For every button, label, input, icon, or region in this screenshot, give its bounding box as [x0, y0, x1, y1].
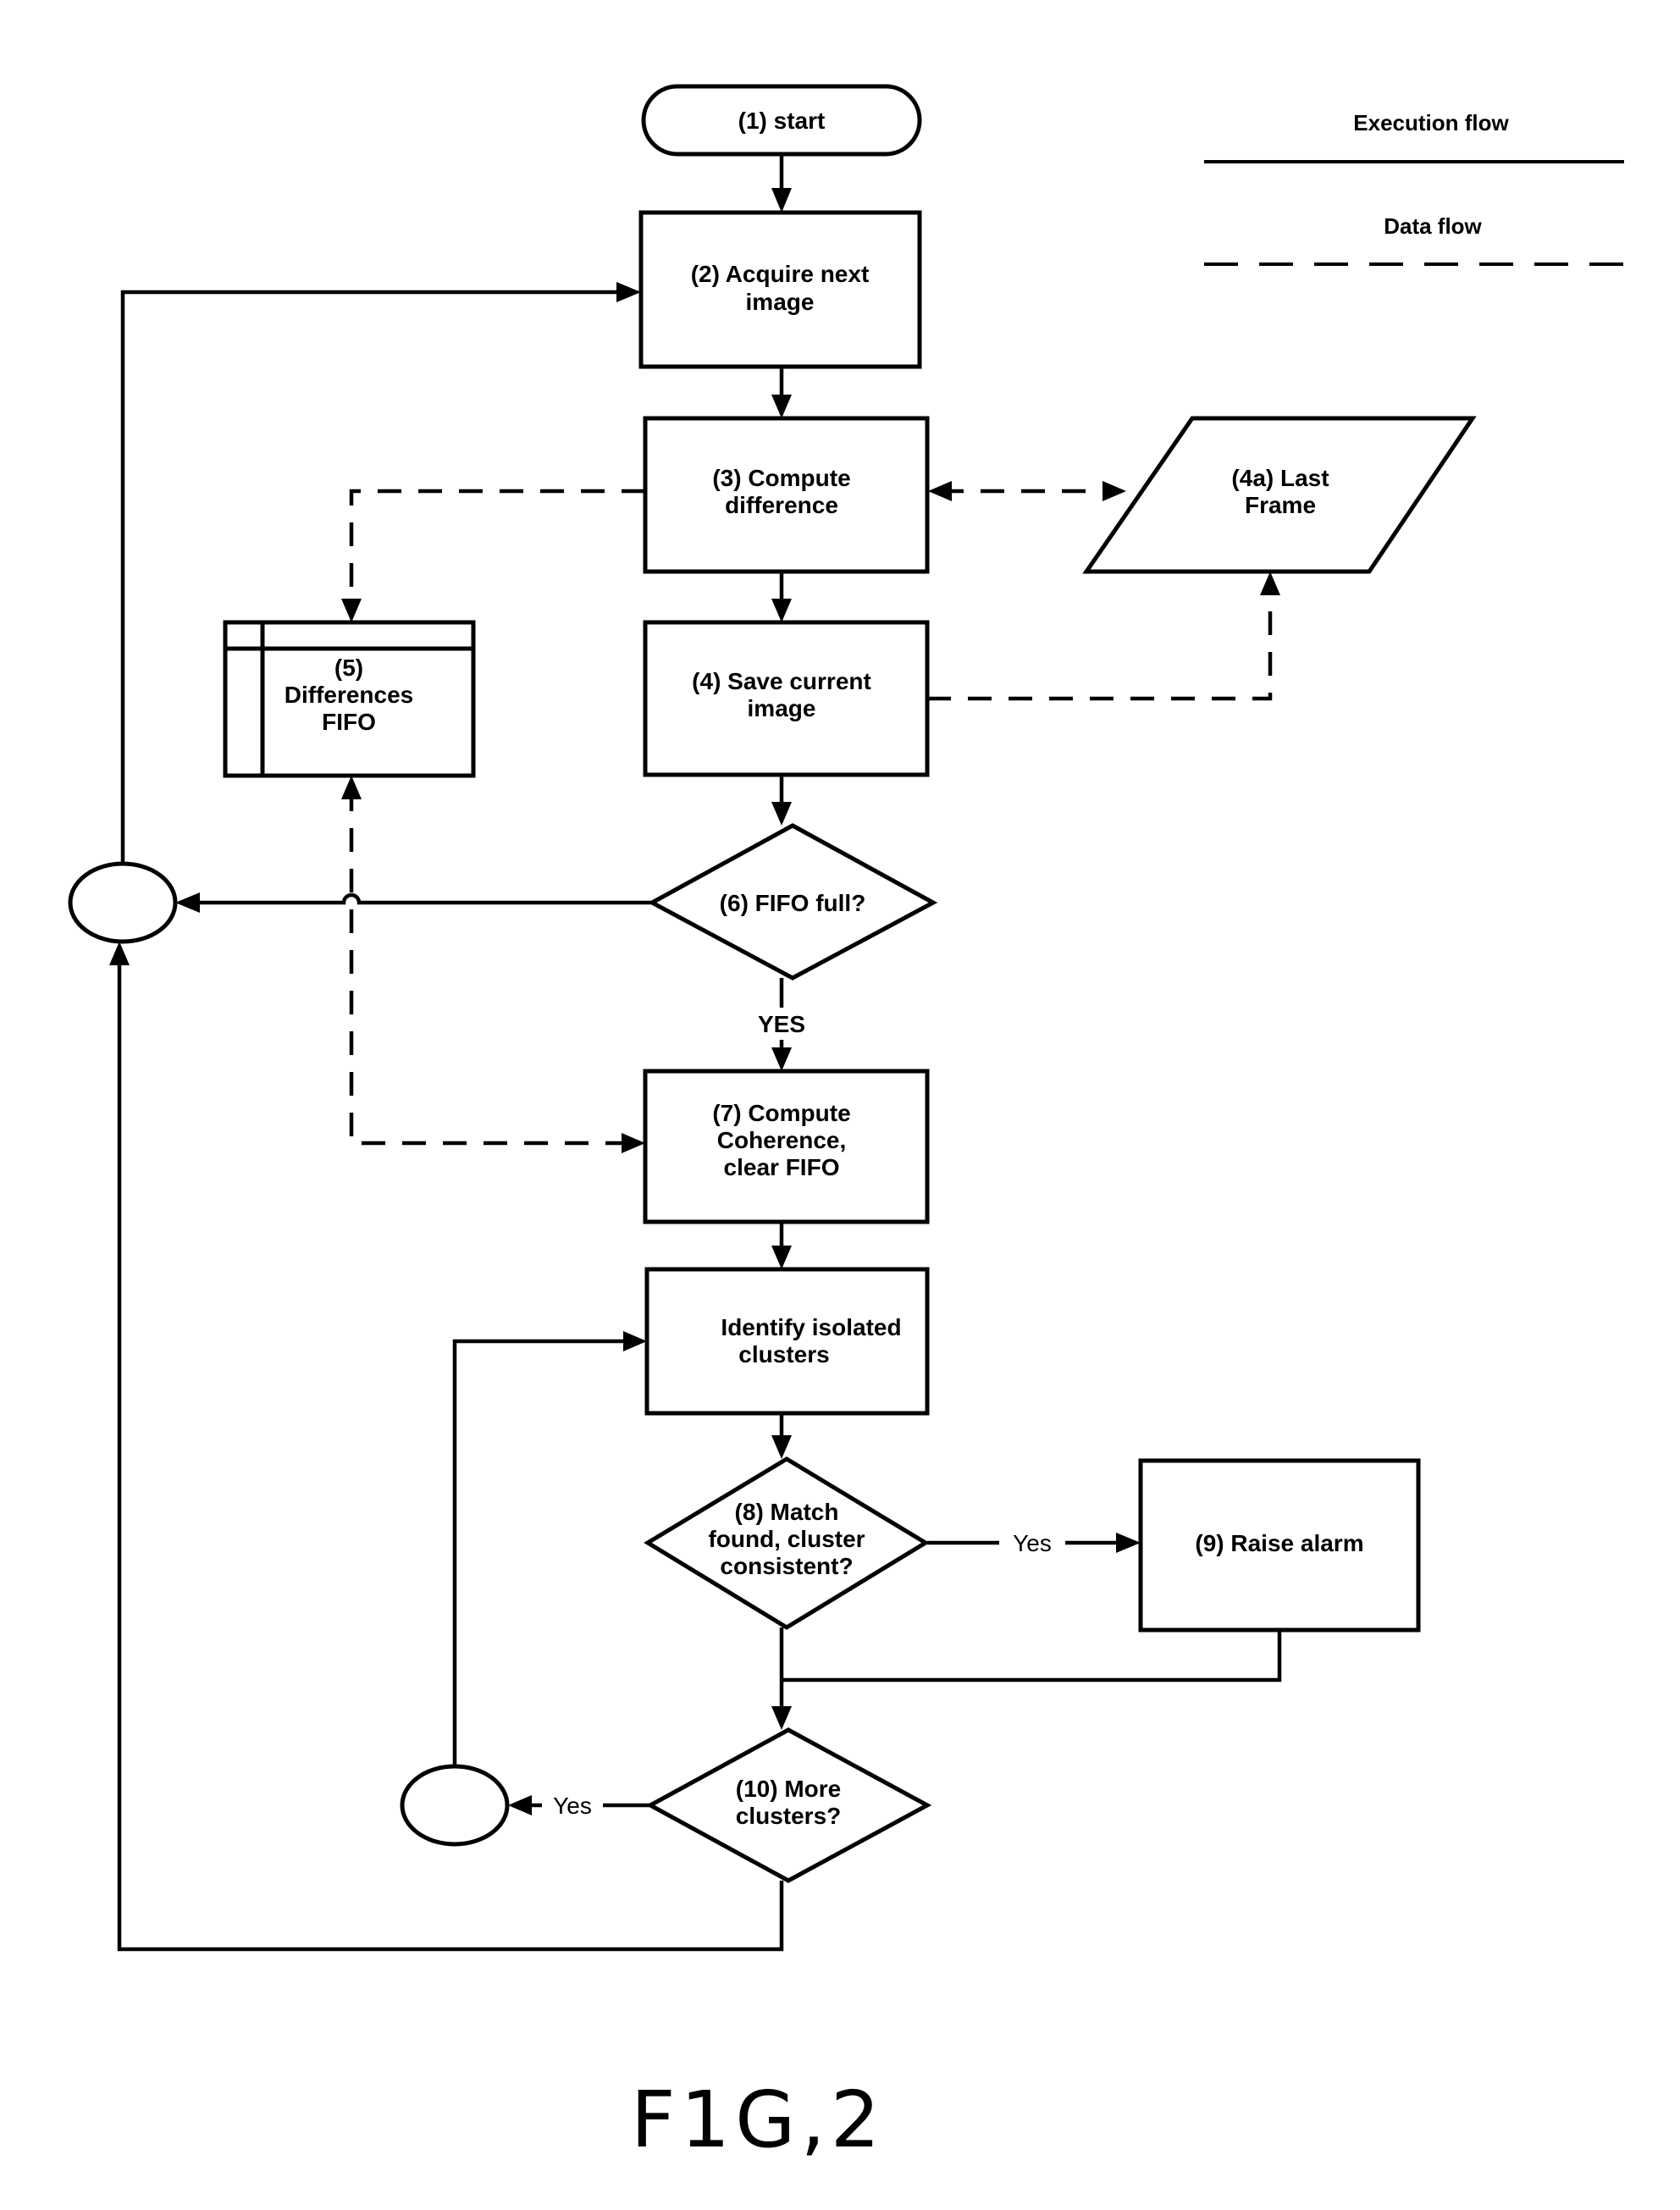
legend-execution-label: Execution flow: [1353, 110, 1509, 135]
node-alarm: (9) Raise alarm: [1138, 1458, 1421, 1633]
arrowhead: [771, 1246, 792, 1269]
arrowhead: [771, 1047, 792, 1071]
arrowhead: [109, 942, 130, 965]
edge-fifo-coherence: [349, 787, 633, 1146]
edge-label-match-yes: Yes: [1013, 1530, 1052, 1556]
edge-save-lastframe: [927, 584, 1273, 701]
arrowhead: [175, 892, 200, 913]
arrowhead: [771, 188, 792, 213]
arrowhead: [771, 395, 792, 418]
node-more-clusters: (10) More clusters?: [645, 1727, 932, 1883]
node-alarm-label: (9) Raise alarm: [1195, 1530, 1363, 1556]
node-fifo-label-2: Differences: [285, 682, 414, 708]
node-acquire-label-2: image: [746, 289, 815, 315]
node-save-label-2: image: [748, 695, 816, 721]
edge-compute-fifo: [349, 489, 645, 610]
edge-label-more-yes: Yes: [553, 1793, 592, 1819]
node-connector-inner: [400, 1764, 510, 1847]
legend: Execution flow Data flow: [1204, 110, 1624, 266]
arrowhead: [771, 1706, 792, 1730]
node-compute-label-1: (3) Compute: [712, 465, 850, 491]
node-lastframe-label-2: Frame: [1245, 492, 1316, 518]
figure-caption: F1G,2: [631, 2075, 886, 2165]
arrowhead: [1102, 481, 1126, 501]
node-fifo-label-3: FIFO: [322, 709, 376, 735]
arrowhead: [771, 802, 792, 826]
node-coherence-label-3: clear FIFO: [724, 1154, 840, 1180]
arrowhead: [623, 1331, 647, 1351]
edge-alarm-join: [782, 1630, 1282, 1682]
edge-label-fifofull-yes: YES: [758, 1011, 805, 1037]
node-start-label: (1) start: [738, 108, 826, 134]
node-identify-label-1: Identify isolated: [721, 1314, 901, 1340]
arrowhead: [622, 1133, 645, 1153]
node-identify: Identify isolated clusters: [644, 1267, 930, 1416]
node-acquire-label-1: (2) Acquire next: [691, 261, 870, 287]
node-coherence-label-1: (7) Compute: [712, 1100, 850, 1126]
node-acquire: (2) Acquire next image: [638, 210, 922, 369]
legend-data-label: Data flow: [1384, 213, 1482, 239]
edge-inner-identify: [452, 1339, 635, 1765]
node-fifofull-label: (6) FIFO full?: [720, 890, 866, 916]
node-match-label-1: (8) Match: [735, 1499, 839, 1525]
edge-fifofull-connector: [186, 892, 652, 905]
node-lastframe-label-1: (4a) Last: [1231, 465, 1329, 491]
node-match-label-2: found, cluster: [708, 1526, 865, 1552]
node-match-label-3: consistent?: [720, 1553, 853, 1579]
node-fifo-label-1: (5): [334, 655, 363, 681]
arrowhead: [1260, 572, 1280, 595]
arrowhead: [341, 776, 362, 799]
flowchart: Execution flow Data flow (1) start (2) A…: [68, 84, 1624, 2165]
arrowhead: [616, 282, 641, 302]
arrowhead: [771, 599, 792, 622]
arrowhead: [928, 481, 952, 501]
edge-connector-acquire: [120, 290, 628, 864]
node-compute-label-2: difference: [725, 492, 838, 518]
node-match: (8) Match found, cluster consistent?: [644, 1456, 930, 1630]
connector-shape: [68, 861, 178, 944]
node-connector-outer: [68, 861, 178, 944]
node-coherence: (7) Compute Coherence, clear FIFO: [643, 1069, 930, 1224]
arrowhead: [771, 1435, 792, 1459]
node-save-label-1: (4) Save current: [692, 668, 871, 694]
node-coherence-label-2: Coherence,: [717, 1127, 847, 1153]
node-last-frame: (4a) Last Frame: [1082, 416, 1477, 574]
node-compute-difference: (3) Compute difference: [643, 416, 930, 574]
node-more-label-1: (10) More: [736, 1776, 841, 1802]
arrowhead: [341, 599, 362, 622]
node-fifo: (5) Differences FIFO: [223, 620, 476, 778]
connector-shape: [400, 1764, 510, 1847]
node-identify-label-2: clusters: [738, 1341, 829, 1367]
node-fifo-full: (6) FIFO full?: [647, 823, 938, 981]
data-edges: [341, 481, 1280, 1153]
node-more-label-2: clusters?: [736, 1803, 842, 1829]
node-save-image: (4) Save current image: [643, 620, 930, 777]
node-start: (1) start: [641, 84, 922, 157]
arrowhead: [1116, 1533, 1141, 1553]
arrowhead: [508, 1795, 532, 1815]
